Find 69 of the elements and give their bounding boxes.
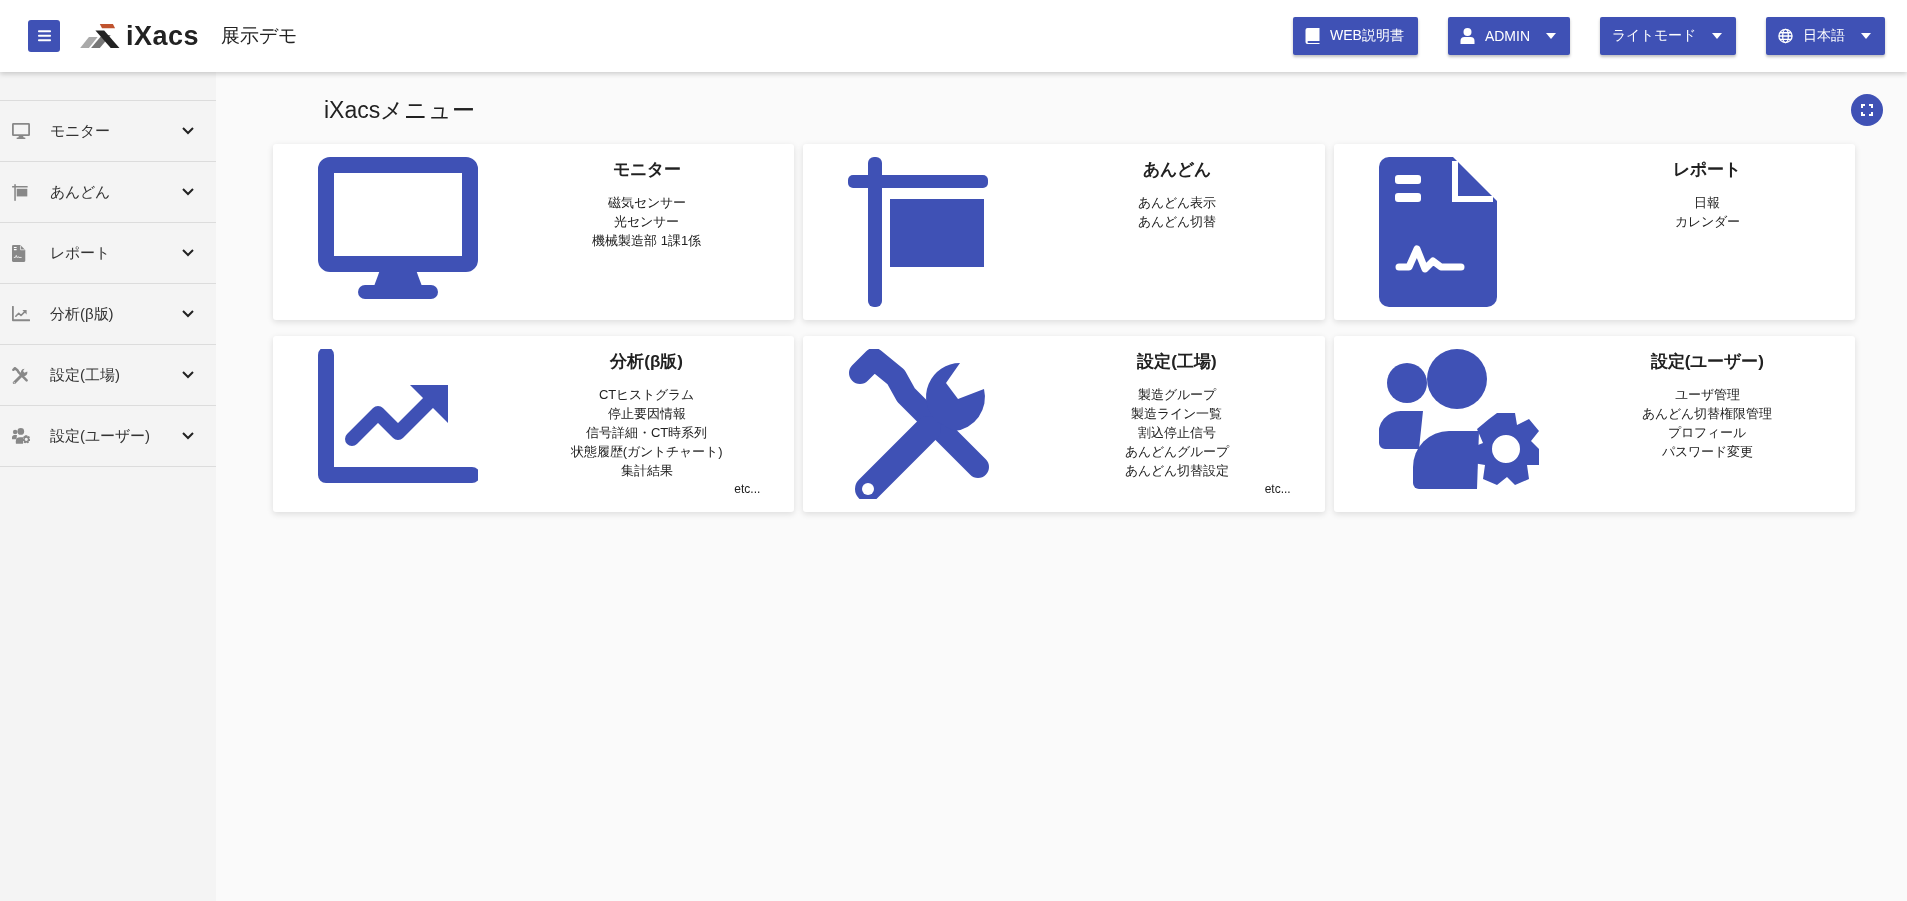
sidebar-item[interactable]: あんどん (0, 161, 216, 222)
card-title: レポート (1673, 159, 1742, 181)
chevron-down-icon (182, 188, 194, 196)
monitor-icon (12, 122, 30, 140)
card-link[interactable]: 機械製造部 1課1係 (592, 231, 702, 250)
sidebar-item[interactable]: モニター (0, 100, 216, 161)
caret-icon (1861, 33, 1871, 39)
chevron-down-icon (182, 249, 194, 257)
card-link[interactable]: 日報 (1694, 193, 1721, 212)
caret-icon (1712, 33, 1722, 39)
sidebar-item[interactable]: 分析(β版) (0, 283, 216, 344)
card-link[interactable]: あんどん切替設定 (1125, 461, 1229, 480)
menu-card[interactable]: 分析(β版) CTヒストグラム 停止要因情報 信号詳細・CT時系列 状態履歴(ガントチャート) 集計結果 etc... (273, 336, 795, 512)
sidebar-item[interactable]: 設定(工場) (0, 344, 216, 405)
card-link[interactable]: 停止要因情報 (607, 404, 686, 423)
header-button[interactable]: WEB説明書 (1293, 17, 1418, 55)
card-link[interactable]: 集計結果 (620, 461, 673, 480)
menu-icon (37, 30, 51, 42)
sidebar-item[interactable]: 設定(ユーザー) (0, 405, 216, 467)
fullscreen-button[interactable] (1851, 94, 1883, 126)
chevron-down-icon (182, 127, 194, 135)
card-link[interactable]: カレンダー (1674, 212, 1740, 231)
card-title: 設定(工場) (1137, 351, 1217, 373)
card-link[interactable]: あんどん切替権限管理 (1642, 404, 1773, 423)
card-link[interactable]: あんどん表示 (1138, 193, 1216, 212)
chart-icon (12, 305, 30, 323)
card-link[interactable]: あんどんグループ (1125, 442, 1229, 461)
fullscreen-icon (1861, 104, 1873, 116)
card-link[interactable]: 光センサー (614, 212, 680, 231)
tools-icon (12, 366, 30, 384)
menu-card[interactable]: 設定(工場) 製造グループ 製造ライン一覧 割込停止信号 あんどんグループ あんどん切替設定 etc... (803, 336, 1325, 512)
users-gear-icon (12, 427, 30, 445)
card-link[interactable]: 状態履歴(ガントチャート) (570, 442, 723, 461)
card-link[interactable]: ユーザ管理 (1674, 385, 1740, 404)
card-link[interactable]: 割込停止信号 (1138, 423, 1216, 442)
card-link[interactable]: プロフィール (1668, 423, 1747, 442)
card-link[interactable]: 製造ライン一覧 (1131, 404, 1223, 423)
menu-card[interactable]: レポート 日報 カレンダー (1333, 144, 1855, 320)
header-button[interactable]: ライトモード (1600, 17, 1736, 55)
card-link[interactable]: パスワード変更 (1661, 442, 1753, 461)
card-title: モニター (612, 159, 681, 181)
sidebar-item[interactable]: レポート (0, 222, 216, 283)
app-subtitle: 展示デモ (221, 24, 298, 48)
chevron-down-icon (182, 432, 194, 440)
card-title: あんどん (1143, 159, 1211, 181)
card-link[interactable]: 信号詳細・CT時系列 (586, 423, 708, 442)
user-icon (1459, 28, 1475, 44)
more-text: etc... (1264, 482, 1291, 496)
header-button[interactable]: ADMIN (1447, 17, 1570, 55)
menu-button[interactable] (28, 20, 60, 52)
card-link[interactable]: CTヒストグラム (599, 385, 695, 404)
chevron-down-icon (182, 371, 194, 379)
flag-icon (12, 183, 30, 201)
menu-card[interactable]: あんどん あんどん表示 あんどん切替 (803, 144, 1325, 320)
logo-text: iXacs (126, 20, 200, 52)
page-title: iXacsメニュー (324, 95, 477, 125)
chevron-down-icon (182, 310, 194, 318)
card-link[interactable]: 製造グループ (1138, 385, 1216, 404)
card-link[interactable]: 磁気センサー (607, 193, 686, 212)
header-button[interactable]: 日本語 (1766, 17, 1885, 55)
caret-icon (1546, 33, 1556, 39)
card-title: 分析(β版) (610, 351, 683, 373)
menu-card[interactable]: 設定(ユーザー) ユーザ管理 あんどん切替権限管理 プロフィール パスワード変更 (1333, 336, 1855, 512)
menu-card[interactable]: モニター 磁気センサー 光センサー 機械製造部 1課1係 (273, 144, 795, 320)
book-icon (1305, 28, 1320, 44)
card-title: 設定(ユーザー) (1650, 351, 1764, 373)
globe-icon (1778, 28, 1793, 44)
card-link[interactable]: あんどん切替 (1138, 212, 1216, 231)
more-text: etc... (734, 482, 761, 496)
